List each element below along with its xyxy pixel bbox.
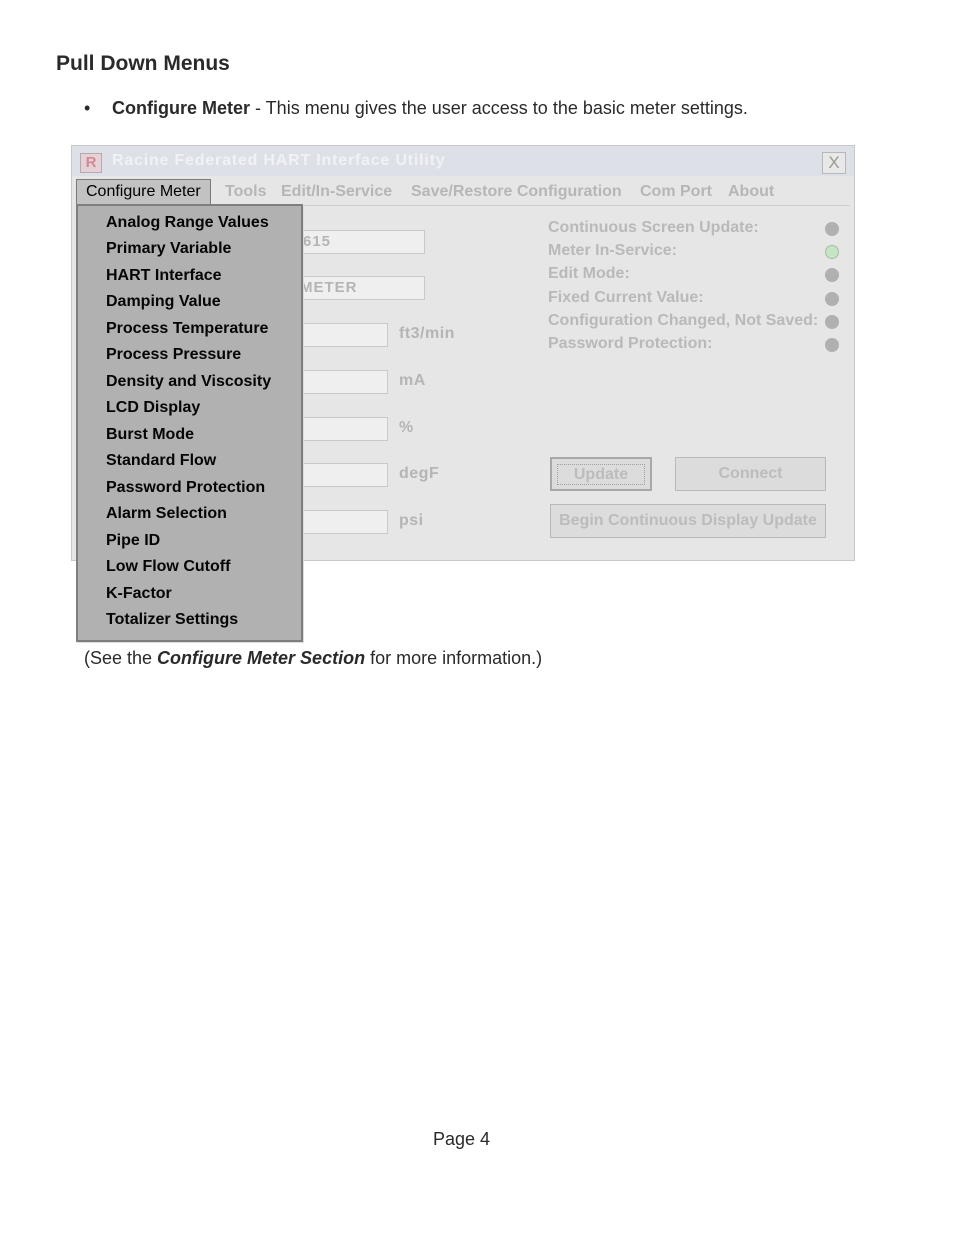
temperature-unit: degF: [399, 465, 440, 482]
status-password-protection-led: [825, 338, 839, 352]
title-bar[interactable]: R Racine Federated HART Interface Utilit…: [72, 146, 854, 176]
dropdown-item-analog-range-values[interactable]: Analog Range Values: [106, 214, 269, 232]
close-button[interactable]: X: [822, 152, 846, 174]
menu-com-port[interactable]: Com Port: [640, 180, 712, 204]
bullet-icon: •: [84, 98, 91, 118]
dropdown-item-damping-value[interactable]: Damping Value: [106, 293, 221, 311]
dropdown-item-lcd-display[interactable]: LCD Display: [106, 399, 200, 417]
status-fixed-current-led: [825, 292, 839, 306]
pressure-unit: psi: [399, 512, 424, 529]
app-logo-icon: R: [80, 153, 102, 173]
status-meter-in-service-label: Meter In-Service:: [548, 242, 677, 259]
connect-button[interactable]: Connect: [675, 457, 826, 491]
status-password-protection-label: Password Protection:: [548, 335, 713, 352]
section-heading: Pull Down Menus: [56, 52, 230, 75]
status-config-changed-led: [825, 315, 839, 329]
menu-tools[interactable]: Tools: [225, 180, 266, 204]
dropdown-item-totalizer-settings[interactable]: Totalizer Settings: [106, 611, 238, 629]
flow-rate-unit: ft3/min: [399, 325, 455, 342]
see-also-emphasis: Configure Meter Section: [157, 648, 366, 668]
dropdown-item-process-temperature[interactable]: Process Temperature: [106, 320, 268, 338]
dropdown-item-density-viscosity[interactable]: Density and Viscosity: [106, 373, 271, 391]
status-meter-in-service-led: [825, 245, 839, 259]
status-fixed-current-label: Fixed Current Value:: [548, 289, 704, 306]
dropdown-item-standard-flow[interactable]: Standard Flow: [106, 452, 216, 470]
percent-unit: %: [399, 419, 414, 436]
dropdown-item-alarm-selection[interactable]: Alarm Selection: [106, 505, 227, 523]
dropdown-item-process-pressure[interactable]: Process Pressure: [106, 346, 241, 364]
menu-about[interactable]: About: [728, 180, 774, 204]
current-unit: mA: [399, 372, 426, 389]
bullet-description: - This menu gives the user access to the…: [250, 98, 748, 118]
bullet-configure-meter: • Configure Meter - This menu gives the u…: [84, 98, 748, 119]
begin-continuous-update-button[interactable]: Begin Continuous Display Update: [550, 504, 826, 538]
see-also-suffix: for more information.): [365, 648, 543, 668]
status-edit-mode-label: Edit Mode:: [548, 265, 630, 282]
status-config-changed-label: Configuration Changed, Not Saved:: [548, 312, 819, 329]
dropdown-item-hart-interface[interactable]: HART Interface: [106, 267, 222, 285]
menu-edit-in-service[interactable]: Edit/In-Service: [281, 180, 392, 204]
update-button[interactable]: Update: [550, 457, 652, 491]
status-edit-mode-led: [825, 268, 839, 282]
status-continuous-update-label: Continuous Screen Update:: [548, 219, 759, 236]
dropdown-item-primary-variable[interactable]: Primary Variable: [106, 240, 231, 258]
configure-meter-dropdown: Analog Range Values Primary Variable HAR…: [76, 204, 303, 642]
see-also-prefix: (See the: [84, 648, 158, 668]
close-icon: X: [828, 153, 840, 172]
bullet-bold-term: Configure Meter: [112, 98, 251, 118]
update-button-label: Update: [556, 464, 646, 485]
dropdown-item-pipe-id[interactable]: Pipe ID: [106, 532, 160, 550]
dropdown-item-low-flow-cutoff[interactable]: Low Flow Cutoff: [106, 558, 230, 576]
page-number: Page 4: [433, 1129, 491, 1149]
menu-configure-meter[interactable]: Configure Meter: [76, 179, 211, 205]
window-title: Racine Federated HART Interface Utility: [112, 152, 446, 169]
see-also-note: (See the Configure Meter Section for mor…: [84, 648, 542, 669]
dropdown-item-burst-mode[interactable]: Burst Mode: [106, 426, 194, 444]
dropdown-item-password-protection[interactable]: Password Protection: [106, 479, 265, 497]
menu-save-restore-configuration[interactable]: Save/Restore Configuration: [411, 180, 622, 204]
dropdown-item-k-factor[interactable]: K-Factor: [106, 585, 172, 603]
status-continuous-update-led: [825, 222, 839, 236]
menu-bar: Configure Meter Tools Edit/In-Service Sa…: [72, 176, 854, 206]
